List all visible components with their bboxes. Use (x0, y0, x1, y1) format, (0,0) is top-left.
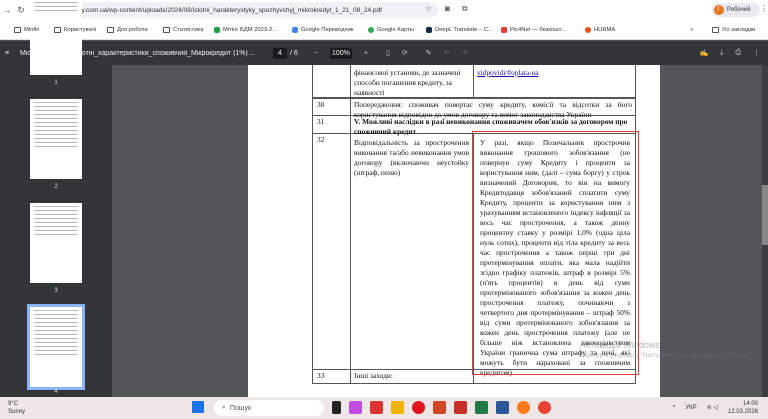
page-input[interactable]: 4 (273, 47, 287, 59)
address-bar[interactable]: ⚙novikredyty.com.ua/wp-content/uploads/2… (30, 2, 438, 18)
rotate-icon[interactable]: ⟳ (402, 49, 408, 57)
bookmark-deepl[interactable]: DeepL Translate – C... (426, 20, 493, 39)
powerpoint-icon[interactable] (433, 401, 446, 414)
print-icon[interactable]: ⎙ (735, 49, 741, 57)
more-bookmarks-button[interactable]: » (690, 26, 694, 33)
bookmark-label: Доп.робота (117, 26, 148, 33)
bookmark-label: HURMA (594, 26, 616, 33)
profile-name: Робочий (727, 7, 751, 13)
thumbnail-sidebar: 1 2 3 4 (0, 0, 112, 397)
highlight-box (472, 131, 639, 375)
bookmark-meeting[interactable]: Мітінг БДМ 2023-2... (214, 20, 278, 39)
cell-label: Відповідальність за прострочення виконан… (354, 138, 469, 177)
payment-link[interactable]: vidpovidi/#oplata-ua (477, 68, 539, 77)
search-box[interactable]: ⌕ Пошук (214, 400, 324, 416)
bookmark-label: DeepL Translate – C... (435, 26, 493, 33)
bookmark-label: Pic4Net — безкошт... (510, 26, 566, 33)
bookmark-minfin[interactable]: Minfin (14, 20, 40, 39)
word-icon[interactable] (496, 401, 509, 414)
bookmark-google-translate[interactable]: Google Переводчик (292, 20, 354, 39)
thumbnail-page-2[interactable] (30, 99, 82, 179)
bookmark-users[interactable]: Користувачі (54, 20, 96, 39)
bookmark-hurma[interactable]: HURMA (585, 20, 616, 39)
bookmark-extra-work[interactable]: Доп.робота (107, 20, 148, 39)
bookmark-label: Google Переводчик (301, 26, 354, 33)
bookmark-label: Користувачі (64, 26, 96, 33)
cell-label: Інші заходи: (354, 371, 393, 380)
avatar: Г (714, 5, 724, 15)
opera-icon[interactable] (412, 401, 425, 414)
firefox-icon[interactable] (517, 401, 530, 414)
bookmark-google-maps[interactable]: Google Карты (368, 20, 414, 39)
scrollbar[interactable] (762, 65, 768, 397)
bookmark-label: Мітінг БДМ 2023-2... (223, 26, 278, 33)
tray-expand-icon[interactable]: ^ (673, 404, 676, 412)
bookmark-star-icon[interactable]: ☆ (425, 4, 432, 13)
zoom-in-icon[interactable]: + (364, 50, 368, 57)
download-icon[interactable]: ⤓ (720, 49, 723, 57)
search-icon: ⌕ (222, 404, 226, 411)
task-view-icon[interactable] (332, 401, 341, 414)
zoom-out-icon[interactable]: − (314, 50, 318, 57)
table-row: 30 Попередження: споживач повертає суму … (312, 98, 636, 119)
extensions-icon[interactable]: ⧉ (462, 4, 468, 14)
page-total: / 6 (290, 49, 298, 57)
thumbnail-label: 1 (54, 80, 58, 86)
taskbar: 9°C Sunny ⌕ Пошук ^ УКР ≋ ◁ 14:00 12.03.202… (0, 397, 768, 419)
url-text: novikredyty.com.ua/wp-content/uploads/20… (51, 6, 382, 14)
forward-icon[interactable]: → (0, 5, 14, 15)
row-number: 31 (317, 117, 325, 126)
bookmark-pic4net[interactable]: Pic4Net — безкошт... (501, 20, 566, 39)
clock[interactable]: 14:00 12.03.2026 (728, 400, 758, 416)
row-number: 30 (317, 100, 325, 109)
reload-icon[interactable]: ↻ (14, 5, 28, 16)
excel-icon[interactable] (475, 401, 488, 414)
row-number: 32 (317, 135, 325, 144)
browser-toolbar: → ↻ ⚙novikredyty.com.ua/wp-content/uploa… (0, 0, 768, 20)
network-volume-icon[interactable]: ≋ ◁ (707, 404, 718, 412)
redo-icon[interactable]: ↷ (461, 49, 467, 57)
undo-icon[interactable]: ↶ (444, 49, 450, 57)
annotate-icon[interactable]: ✎ (426, 49, 432, 57)
language-indicator[interactable]: УКР (685, 404, 696, 412)
more-icon[interactable]: ⋮ (753, 49, 760, 57)
chrome-icon[interactable] (538, 401, 551, 414)
fit-page-icon[interactable]: ▯ (386, 49, 390, 57)
bookmark-label: Статистика (173, 26, 204, 33)
pdf-toolbar: ≡ Microsoft Word - Істотні_характеристик… (0, 41, 768, 65)
file-explorer-icon[interactable] (391, 401, 404, 414)
thumbnail-label: 4 (54, 389, 58, 395)
zoom-input[interactable]: 100% (329, 47, 352, 59)
bookmark-label: Minfin (24, 26, 40, 33)
weather-widget[interactable]: 9°C Sunny (8, 400, 25, 416)
copilot-icon[interactable] (349, 401, 362, 414)
profile-button[interactable]: Г Робочий (712, 3, 760, 17)
thumbnail-page-4[interactable] (27, 304, 85, 390)
all-bookmarks-button[interactable]: Усі закладки (722, 26, 756, 33)
acrobat-icon[interactable] (454, 401, 467, 414)
cell-text: фінансової установи, де зазначені способ… (354, 68, 461, 97)
thumbnail-label: 3 (54, 288, 58, 294)
snipping-tool-icon[interactable] (370, 401, 383, 414)
sign-icon[interactable]: ✍ (700, 49, 709, 57)
screenshot-icon[interactable]: ◙ (445, 4, 450, 14)
sidebar-menu-icon[interactable]: ≡ (5, 50, 9, 57)
windows-activation-watermark: Активація Windows Перейдіть до розділу "Н… (580, 340, 750, 359)
thumbnail-label: 2 (54, 184, 58, 190)
bookmark-label: Google Карты (377, 26, 414, 33)
all-bookmarks-folder[interactable]: Усі закладки (712, 20, 756, 39)
start-icon[interactable] (192, 401, 204, 413)
bookmarks-bar: Minfin Користувачі Доп.робота Статистика… (0, 20, 768, 40)
menu-icon[interactable]: ⋮ (760, 4, 768, 13)
row-number: 33 (317, 371, 325, 380)
table-row: фінансової установи, де зазначені способ… (312, 65, 636, 98)
thumbnail-page-3[interactable] (30, 203, 82, 283)
bookmark-statistics[interactable]: Статистика (163, 20, 204, 39)
